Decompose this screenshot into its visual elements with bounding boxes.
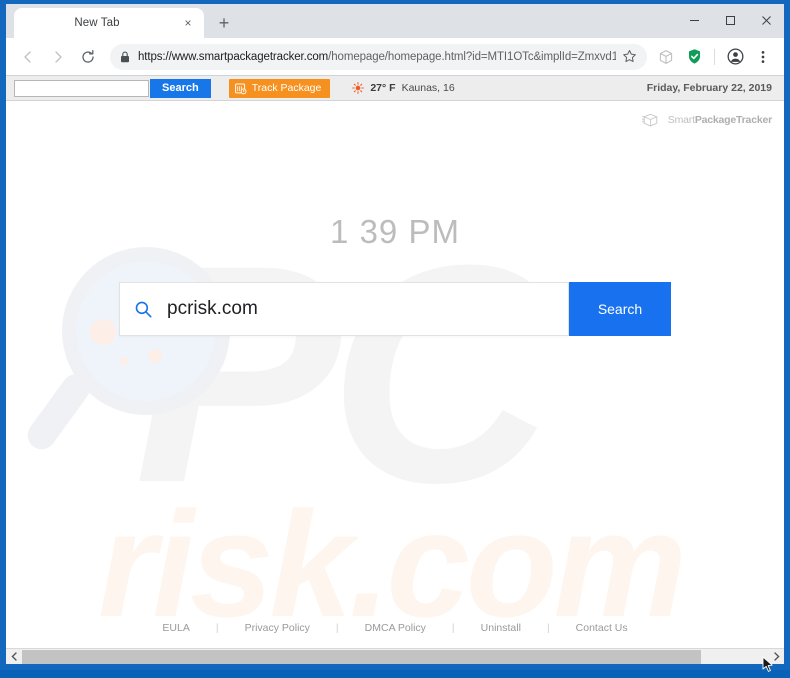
toolbar-divider — [714, 48, 715, 65]
new-tab-button[interactable]: + — [210, 9, 238, 37]
footer-link-contact-us[interactable]: Contact Us — [550, 622, 654, 634]
forward-icon[interactable] — [44, 43, 72, 71]
logo-bold: PackageTracker — [694, 114, 772, 126]
magnifier-graphic — [22, 247, 240, 455]
main-search: Search — [119, 282, 671, 336]
track-package-label: Track Package — [251, 82, 322, 94]
sun-icon — [352, 82, 365, 94]
page-content: PC risk.com SmartPackageTracker 1 39 PM … — [6, 101, 784, 648]
shield-check-icon[interactable] — [681, 44, 707, 70]
footer-link-uninstall[interactable]: Uninstall — [455, 622, 547, 634]
main-search-box[interactable] — [119, 282, 569, 336]
site-logo-text: SmartPackageTracker — [668, 114, 772, 126]
weather-widget[interactable]: 27° F Kaunas, 16 — [352, 82, 455, 94]
three-dot-menu-icon[interactable] — [750, 44, 776, 70]
close-window-icon[interactable] — [748, 4, 784, 36]
minimize-icon[interactable] — [676, 4, 712, 36]
clock-colon: : — [349, 213, 359, 250]
footer-links: EULA | Privacy Policy | DMCA Policy | Un… — [6, 622, 784, 634]
smartpackagetracker-toolbar: Search Track Package 27° F Kaunas, 16 Fr… — [6, 76, 784, 101]
toolbar-search-box[interactable] — [14, 79, 155, 97]
page-viewport: Search Track Package 27° F Kaunas, 16 Fr… — [6, 76, 784, 664]
url-text: https://www.smartpackagetracker.com/home… — [138, 51, 616, 63]
back-icon[interactable] — [14, 43, 42, 71]
footer-link-privacy-policy[interactable]: Privacy Policy — [219, 622, 336, 634]
clock-minutes: 39 — [359, 213, 399, 250]
extension-icons — [653, 44, 776, 70]
tab-strip: New Tab × + — [6, 4, 784, 38]
clock-hours: 1 — [330, 213, 350, 250]
scrollbar-track[interactable] — [22, 648, 768, 664]
window-controls — [676, 4, 784, 36]
profile-avatar-icon[interactable] — [722, 44, 748, 70]
scrollbar-thumb[interactable] — [22, 649, 701, 664]
star-icon[interactable] — [622, 49, 637, 64]
toolbar-search-input[interactable] — [23, 82, 155, 94]
main-search-input[interactable] — [167, 298, 554, 320]
logo-prefix: Smart — [667, 114, 695, 126]
package-extension-icon[interactable] — [653, 44, 679, 70]
footer-link-dmca-policy[interactable]: DMCA Policy — [339, 622, 452, 634]
tab-title: New Tab — [74, 17, 120, 29]
close-tab-icon[interactable]: × — [180, 15, 196, 31]
reload-icon[interactable] — [74, 43, 102, 71]
url-host: https://www.smartpackagetracker.com — [138, 50, 329, 63]
weather-temperature: 27° F — [370, 82, 396, 94]
lock-icon — [120, 51, 130, 63]
horizontal-scrollbar[interactable] — [6, 648, 784, 664]
scroll-left-arrow-icon[interactable] — [6, 649, 22, 665]
maximize-icon[interactable] — [712, 4, 748, 36]
toolbar-date: Friday, February 22, 2019 — [646, 82, 772, 94]
address-bar[interactable]: https://www.smartpackagetracker.com/home… — [110, 43, 647, 70]
toolbar-search-button[interactable]: Search — [150, 78, 211, 98]
watermark-riskcom: risk.com — [98, 480, 687, 648]
package-track-icon — [234, 82, 247, 94]
site-logo: SmartPackageTracker — [641, 111, 772, 129]
browser-toolbar: https://www.smartpackagetracker.com/home… — [6, 38, 784, 76]
browser-window: New Tab × + https://www.smartpackagetrac… — [0, 0, 790, 672]
track-package-button[interactable]: Track Package — [228, 78, 331, 98]
package-box-icon — [641, 113, 658, 127]
weather-location: Kaunas, 16 — [401, 82, 455, 94]
search-magnifier-icon — [134, 300, 153, 319]
browser-tab[interactable]: New Tab × — [14, 8, 204, 38]
clock-meridiem: PM — [408, 213, 460, 250]
main-search-button[interactable]: Search — [569, 282, 671, 336]
clock-display: 1:39 PM — [6, 213, 784, 251]
footer-link-eula[interactable]: EULA — [136, 622, 215, 634]
url-path: /homepage/homepage.html?id=MTI1OTc&implI… — [328, 50, 616, 63]
